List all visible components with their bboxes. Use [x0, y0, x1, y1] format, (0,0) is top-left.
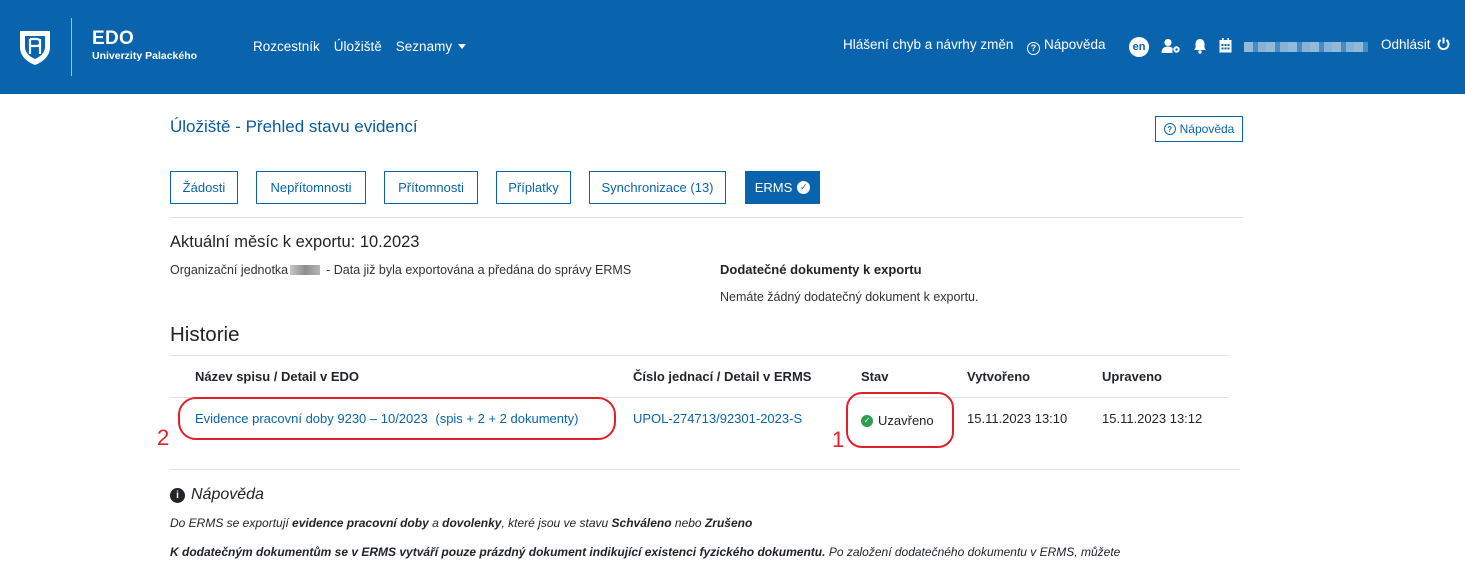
page-help-label: Nápověda — [1179, 122, 1235, 136]
redacted-user-name — [1244, 42, 1368, 52]
tab-erms-label: ERMS — [754, 180, 793, 195]
tab-erms[interactable]: ERMS ✓ — [745, 171, 820, 204]
report-link[interactable]: Hlášení chyb a návrhy změn — [843, 37, 1013, 52]
help-text-extra-docs: K dodatečným dokumentům se v ERMS vytvář… — [170, 545, 1120, 559]
help-text-bold: K dodatečným dokumentům se v ERMS vytvář… — [170, 545, 826, 559]
header-help-label: Nápověda — [1044, 37, 1106, 52]
annotation-number-2: 2 — [157, 425, 170, 450]
record-reference-link[interactable]: UPOL-274713/92301-2023-S — [633, 411, 802, 426]
annotation-highlight-1 — [846, 392, 954, 448]
tab-priplatky[interactable]: Příplatky — [496, 171, 571, 204]
brand-subtitle: Univerzity Palackého — [92, 50, 198, 62]
logout-button[interactable]: Odhlásit — [1381, 37, 1450, 52]
help-text: Do ERMS se exportují — [170, 516, 293, 530]
org-unit-status: - Data již byla exportována a předána do… — [326, 263, 632, 277]
help-text: nebo — [671, 516, 705, 530]
page-title: Úložiště - Přehled stavu evidencí — [170, 117, 418, 136]
help-text-export: Do ERMS se exportují evidence pracovní d… — [170, 516, 752, 530]
help-text-bold: evidence pracovní doby — [292, 516, 429, 530]
bell-icon[interactable] — [1193, 38, 1207, 54]
nav-item-seznamy-label: Seznamy — [395, 39, 453, 54]
org-unit-line: Organizační jednotka - Data již byla expo… — [170, 263, 631, 277]
annotation-number-1: 1 — [832, 427, 845, 452]
help-text-bold: Schváleno — [611, 516, 672, 530]
record-created: 15.11.2023 13:10 — [967, 411, 1068, 426]
help-text: , které jsou ve stavu — [501, 516, 612, 530]
top-navbar: EDO Univerzity Palackého Rozcestník Úlož… — [0, 0, 1465, 94]
help-section-title: i Nápověda — [170, 486, 264, 504]
tab-nepritomnosti[interactable]: Nepřítomnosti — [256, 171, 366, 204]
main-nav: Rozcestník Úložiště Seznamy — [253, 39, 467, 54]
help-section-label: Nápověda — [191, 486, 264, 503]
power-icon — [1437, 37, 1450, 51]
page-help-button[interactable]: ? Nápověda — [1155, 116, 1243, 142]
language-switch[interactable]: en — [1129, 37, 1149, 57]
tab-zadosti[interactable]: Žádosti — [170, 171, 238, 204]
help-icon: ? — [1027, 41, 1040, 55]
column-header-reference: Číslo jednací / Detail v ERMS — [633, 369, 812, 384]
brand-divider — [71, 18, 72, 76]
extra-docs-title: Dodatečné dokumenty k exportu — [720, 262, 922, 277]
nav-item-seznamy[interactable]: Seznamy — [395, 39, 467, 54]
university-logo-icon[interactable] — [16, 28, 54, 66]
nav-item-rozcestnik[interactable]: Rozcestník — [253, 39, 320, 54]
calendar-icon[interactable] — [1219, 38, 1232, 53]
record-updated: 15.11.2023 13:12 — [1102, 411, 1203, 426]
divider — [170, 217, 1243, 218]
table-top-border — [170, 355, 1228, 356]
tab-pritomnosti[interactable]: Přítomnosti — [384, 171, 478, 204]
export-month-title: Aktuální měsíc k exportu: 10.2023 — [170, 233, 420, 251]
help-text-bold: Zrušeno — [704, 516, 753, 530]
table-bottom-border — [170, 469, 1240, 470]
header-help-link[interactable]: ? Nápověda — [1027, 37, 1106, 55]
help-text: a — [428, 516, 443, 530]
help-text-bold: dovolenky — [442, 516, 502, 530]
tab-synchronizace[interactable]: Synchronizace (13) — [589, 171, 726, 204]
column-header-created: Vytvořeno — [967, 369, 1031, 384]
column-header-updated: Upraveno — [1102, 369, 1162, 384]
logout-label: Odhlásit — [1381, 37, 1431, 52]
org-unit-label: Organizační jednotka — [170, 263, 289, 277]
redacted-org-unit — [290, 265, 321, 275]
column-header-status: Stav — [861, 369, 889, 384]
user-settings-icon[interactable] — [1161, 38, 1181, 54]
column-header-name: Název spisu / Detail v EDO — [195, 369, 360, 384]
help-icon: ? — [1163, 123, 1176, 135]
history-title: Historie — [170, 323, 240, 346]
brand[interactable]: EDO Univerzity Palackého — [92, 29, 197, 63]
check-circle-icon: ✓ — [797, 181, 811, 194]
info-icon: i — [170, 487, 185, 503]
nav-item-uloziste[interactable]: Úložiště — [334, 39, 382, 54]
chevron-down-icon — [458, 44, 467, 49]
help-text: Po založení dodatečného dokumentu v ERMS… — [825, 545, 1121, 559]
extra-docs-empty: Nemáte žádný dodatečný dokument k export… — [720, 290, 979, 304]
annotation-highlight-2 — [178, 397, 616, 440]
brand-title: EDO — [92, 28, 135, 49]
